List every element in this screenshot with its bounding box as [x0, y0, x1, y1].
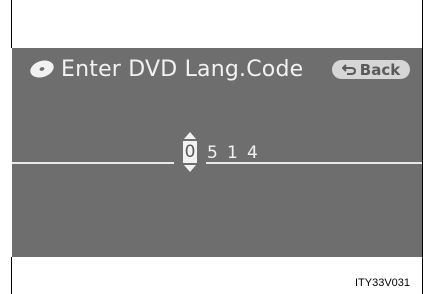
frame-border-left	[11, 0, 12, 48]
dvd-lang-code-screen: Enter DVD Lang.Code Back 0 5 1 4	[12, 48, 422, 257]
frame-border-left-bottom	[11, 257, 12, 294]
page-title: Enter DVD Lang.Code	[61, 56, 304, 82]
selected-digit[interactable]: 0	[183, 141, 197, 163]
code-digit[interactable]: 4	[247, 143, 267, 163]
title-row: Enter DVD Lang.Code	[29, 54, 303, 84]
code-digit[interactable]: 5	[207, 143, 227, 163]
code-digit[interactable]: 1	[227, 143, 247, 163]
entry-underline-left	[12, 162, 174, 164]
back-button-label: Back	[359, 60, 401, 79]
arrow-up-icon[interactable]	[184, 132, 196, 139]
arrow-down-icon[interactable]	[184, 165, 196, 172]
figure-caption: ITY33V031	[355, 277, 411, 289]
code-digits: 5 1 4	[207, 143, 267, 163]
digit-spinner: 0	[182, 132, 198, 172]
return-arrow-icon	[341, 64, 356, 75]
disc-icon	[30, 60, 54, 78]
back-button[interactable]: Back	[332, 60, 410, 79]
